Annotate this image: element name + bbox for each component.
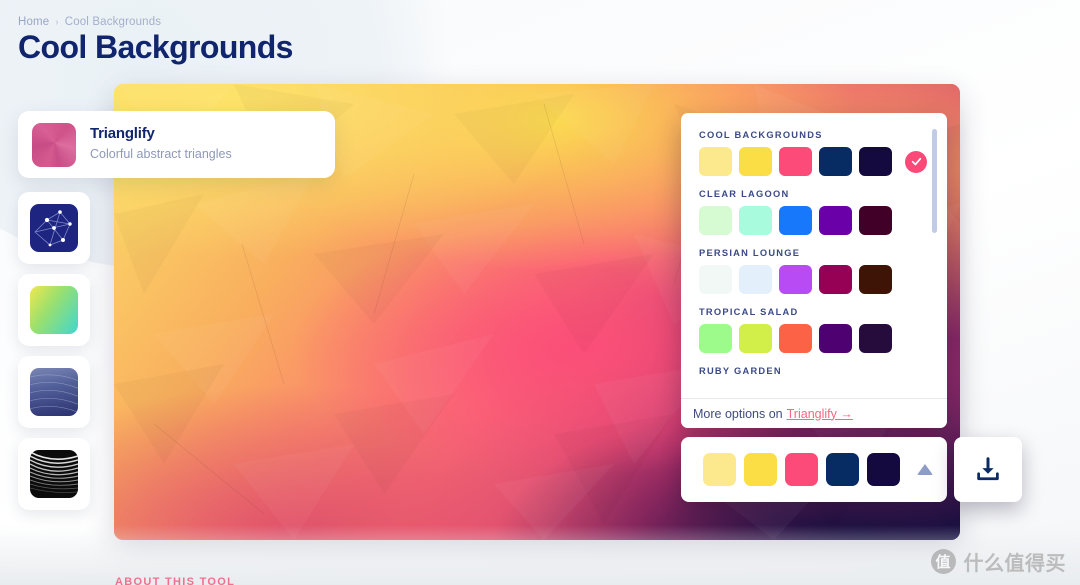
palette-swatch[interactable] <box>819 324 852 353</box>
active-palette-swatch[interactable] <box>867 453 900 486</box>
palette-swatch-row[interactable] <box>699 147 929 176</box>
palette-group-label: CLEAR LAGOON <box>699 189 790 199</box>
palette-swatch[interactable] <box>859 147 892 176</box>
palette-footer-text: More options on <box>693 406 783 421</box>
palette-group-label: TROPICAL SALAD <box>699 307 799 317</box>
palette-footer: More options on Trianglify → <box>681 398 947 428</box>
low-poly-thumbnail-icon <box>30 204 78 252</box>
palette-group-label: RUBY GARDEN <box>699 366 782 376</box>
watermark-text: 什么值得买 <box>963 551 1066 575</box>
palette-panel[interactable]: COOL BACKGROUNDS CLEAR LAGOON PERSIAN LOUN… <box>681 113 947 428</box>
palette-swatch[interactable] <box>699 265 732 294</box>
palette-group-label: COOL BACKGROUNDS <box>699 130 823 140</box>
gradient-thumbnail-icon <box>30 286 78 334</box>
active-palette-swatch[interactable] <box>785 453 818 486</box>
moire-thumbnail-icon <box>30 450 78 498</box>
palette-swatch[interactable] <box>779 147 812 176</box>
page-root: Home›Cool Backgrounds Cool Backgrounds <box>0 0 1080 585</box>
palette-group[interactable]: RUBY GARDEN <box>699 366 929 376</box>
palette-swatch[interactable] <box>819 206 852 235</box>
palette-swatch[interactable] <box>779 265 812 294</box>
palette-swatch-row[interactable] <box>699 324 929 353</box>
breadcrumb: Home › Cool Backgrounds <box>18 16 161 28</box>
page-title: Cool Backgrounds <box>18 29 293 65</box>
palette-swatch[interactable] <box>779 206 812 235</box>
palette-swatch[interactable] <box>819 147 852 176</box>
palette-group[interactable]: PERSIAN LOUNGE <box>699 248 929 294</box>
waves-thumbnail-icon <box>30 368 78 416</box>
palette-swatch[interactable] <box>859 324 892 353</box>
palette-selected-badge[interactable] <box>905 150 927 173</box>
tool-card-text: Trianglify Colorful abstract triangles <box>90 125 232 164</box>
tool-description: Colorful abstract triangles <box>90 147 232 161</box>
active-palette-swatch[interactable] <box>826 453 859 486</box>
palette-swatch[interactable] <box>819 265 852 294</box>
palette-scrollbar-thumb[interactable] <box>932 129 937 233</box>
palette-swatch-row[interactable] <box>699 265 929 294</box>
palette-group[interactable]: TROPICAL SALAD <box>699 307 929 353</box>
palette-group[interactable]: COOL BACKGROUNDS <box>699 130 929 176</box>
watermark-badge-icon: 值 <box>930 549 956 574</box>
breadcrumb-current: Cool Backgrounds <box>64 16 162 28</box>
palette-group[interactable]: CLEAR LAGOON <box>699 189 929 235</box>
sidebar-item-moire[interactable] <box>18 438 90 510</box>
palette-swatch[interactable] <box>739 147 772 176</box>
palette-swatch[interactable] <box>859 206 892 235</box>
palette-swatch[interactable] <box>739 324 772 353</box>
palette-group-label: PERSIAN LOUNGE <box>699 248 801 258</box>
palette-swatch[interactable] <box>739 265 772 294</box>
trianglify-external-link[interactable]: Trianglify → <box>787 407 853 421</box>
palette-swatch[interactable] <box>739 206 772 235</box>
download-icon <box>977 456 999 480</box>
sidebar-item-waves[interactable] <box>18 356 90 428</box>
palette-swatch[interactable] <box>699 147 732 176</box>
download-button[interactable] <box>954 437 1022 502</box>
sidebar-item-gradient[interactable] <box>18 274 90 346</box>
breadcrumb-separator-icon: › <box>55 17 59 28</box>
active-palette-swatch[interactable] <box>744 453 777 486</box>
trianglify-thumbnail-icon <box>32 122 76 167</box>
palette-swatch[interactable] <box>779 324 812 353</box>
palette-swatch[interactable] <box>859 265 892 294</box>
palette-scrollbar-track[interactable] <box>932 121 942 390</box>
active-tool-card[interactable]: Trianglify Colorful abstract triangles <box>18 111 335 178</box>
active-palette-toolbar[interactable] <box>681 437 947 502</box>
sidebar-item-low-poly[interactable] <box>18 192 90 264</box>
breadcrumb-home[interactable]: Home <box>18 16 49 28</box>
tool-name: Trianglify <box>90 125 155 143</box>
tool-thumbnail-rail <box>18 192 90 520</box>
palette-swatch[interactable] <box>699 206 732 235</box>
about-this-tool-label: ABOUT THIS TOOL <box>115 576 236 585</box>
active-palette-swatch[interactable] <box>703 453 736 486</box>
watermark: 值 什么值得买 <box>930 547 1067 576</box>
palette-swatch-row[interactable] <box>699 206 929 235</box>
palette-scroll-area[interactable]: COOL BACKGROUNDS CLEAR LAGOON PERSIAN LOUN… <box>681 113 947 398</box>
caret-up-icon[interactable] <box>917 464 933 475</box>
check-icon <box>911 157 921 166</box>
palette-swatch[interactable] <box>699 324 732 353</box>
